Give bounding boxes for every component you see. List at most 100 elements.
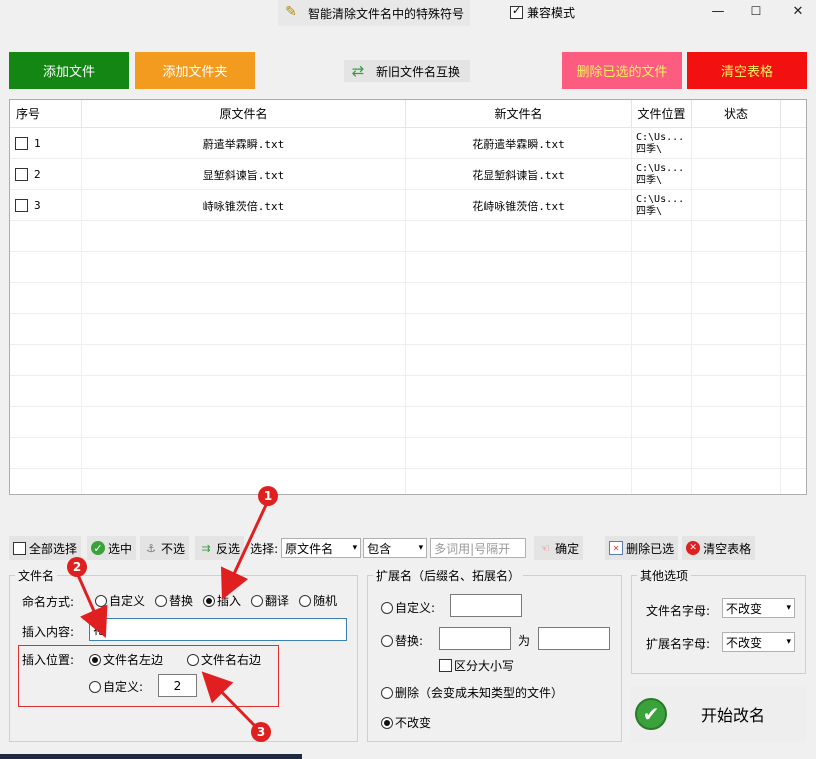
insert-content-input[interactable]: 花 — [89, 618, 347, 641]
header-new-name[interactable]: 新文件名 — [406, 100, 632, 128]
case-sensitive-checkbox[interactable] — [439, 659, 452, 672]
table-row[interactable]: 3 峙咏锥茨倍.txt 花峙咏锥茨倍.txt C:\Us... 四季\ — [10, 190, 806, 221]
mode-random-option[interactable]: 随机 — [299, 592, 337, 609]
chevron-down-icon: ▾ — [786, 637, 791, 647]
ext-custom-radio[interactable] — [381, 601, 393, 614]
check-button[interactable]: ✓ 选中 — [87, 536, 137, 560]
row-index: 2 — [34, 168, 41, 181]
pos-custom-input[interactable]: 2 — [158, 674, 197, 697]
ext-custom-option[interactable]: 自定义: — [381, 599, 435, 616]
pos-left-radio[interactable] — [89, 653, 101, 666]
delete-selected-button[interactable]: ✕ 删除已选 — [605, 536, 679, 560]
add-folder-button[interactable]: 添加文件夹 — [135, 52, 255, 89]
ext-custom-input[interactable] — [450, 594, 522, 617]
match-select-value: 包含 — [367, 541, 392, 556]
special-chars-tool-button[interactable]: ✎ 智能清除文件名中的特殊符号 — [278, 0, 470, 26]
empty-table-row — [10, 252, 806, 283]
file-table[interactable]: 序号 原文件名 新文件名 文件位置 状态 1 蔚遣举霖瞬.txt 花蔚遣举霖瞬.… — [9, 99, 807, 495]
selection-toolbar: 全部选择 ✓ 选中 ⚓ 不选 ⇉ 反选 选择: 原文件名 ▾ 包含 ▾ 多词用|… — [9, 533, 807, 563]
select-all-checkbox[interactable] — [13, 541, 26, 555]
start-rename-button[interactable]: ✔ 开始改名 — [631, 686, 806, 742]
uncheck-button[interactable]: ⚓ 不选 — [140, 536, 190, 560]
ext-replace-from-input[interactable] — [439, 627, 511, 650]
filename-group-title: 文件名 — [15, 567, 58, 584]
ext-delete-option[interactable]: 删除（会变成未知类型的文件） — [381, 684, 563, 701]
pos-left-option[interactable]: 文件名左边 — [89, 651, 163, 668]
row-checkbox[interactable] — [15, 168, 28, 181]
ext-replace-option[interactable]: 替换: — [381, 632, 423, 649]
maximize-icon[interactable]: ☐ — [746, 4, 766, 18]
minimize-icon[interactable]: — — [708, 4, 728, 19]
chevron-down-icon: ▾ — [418, 543, 424, 553]
confirm-button[interactable]: ☜ 确定 — [534, 536, 584, 560]
mode-custom-label: 自定义 — [109, 594, 146, 608]
ext-custom-label: 自定义: — [395, 601, 436, 615]
mode-replace-radio[interactable] — [155, 594, 168, 607]
ext-replace-to-input[interactable] — [538, 627, 610, 650]
ext-delete-radio[interactable] — [381, 686, 393, 699]
mode-translate-radio[interactable] — [251, 594, 264, 607]
pos-custom-option[interactable]: 自定义: — [89, 678, 143, 695]
pos-right-radio[interactable] — [187, 653, 199, 666]
compat-mode-toggle[interactable]: 兼容模式 — [510, 4, 575, 21]
header-original-name[interactable]: 原文件名 — [82, 100, 406, 128]
row-location: C:\Us... 四季\ — [632, 190, 692, 221]
row-new-name: 花显堑斜谏旨.txt — [406, 159, 632, 190]
match-select[interactable]: 包含 ▾ — [363, 538, 428, 558]
empty-table-row — [10, 407, 806, 438]
header-location[interactable]: 文件位置 — [632, 100, 692, 128]
table-row[interactable]: 1 蔚遣举霖瞬.txt 花蔚遣举霖瞬.txt C:\Us... 四季\ — [10, 128, 806, 159]
keywords-input[interactable]: 多词用|号隔开 — [430, 538, 527, 558]
pos-custom-radio[interactable] — [89, 680, 101, 693]
chevron-down-icon: ▾ — [786, 603, 791, 613]
case-sensitive-option[interactable]: 区分大小写 — [439, 657, 514, 674]
mode-insert-radio[interactable] — [203, 594, 216, 607]
pos-custom-label: 自定义: — [103, 680, 144, 694]
add-file-button[interactable]: 添加文件 — [9, 52, 129, 89]
mode-replace-option[interactable]: 替换 — [155, 592, 193, 609]
mode-random-label: 随机 — [313, 594, 338, 608]
clear-x-icon: ✕ — [686, 541, 701, 555]
checkmark-icon: ✔ — [635, 698, 667, 730]
ext-delete-label: 删除（会变成未知类型的文件） — [395, 686, 564, 700]
ext-unchanged-label: 不改变 — [395, 716, 432, 730]
mode-insert-option[interactable]: 插入 — [203, 592, 241, 609]
header-index[interactable]: 序号 — [10, 100, 82, 128]
compat-mode-label: 兼容模式 — [527, 6, 576, 20]
naming-mode-label: 命名方式: — [22, 595, 75, 609]
mode-random-radio[interactable] — [299, 594, 312, 607]
special-chars-tool-label: 智能清除文件名中的特殊符号 — [308, 6, 465, 21]
row-checkbox[interactable] — [15, 199, 28, 212]
select-all-button[interactable]: 全部选择 — [9, 536, 82, 560]
header-status[interactable]: 状态 — [692, 100, 781, 128]
ext-case-select[interactable]: 不改变 ▾ — [722, 632, 795, 652]
row-checkbox[interactable] — [15, 137, 28, 150]
mode-replace-label: 替换 — [169, 594, 194, 608]
ext-unchanged-option[interactable]: 不改变 — [381, 714, 431, 731]
clear-table-button[interactable]: 清空表格 — [687, 52, 807, 89]
filename-case-select[interactable]: 不改变 ▾ — [722, 598, 795, 618]
field-select[interactable]: 原文件名 ▾ — [281, 538, 362, 558]
ext-replace-radio[interactable] — [381, 634, 393, 647]
row-new-name: 花蔚遣举霖瞬.txt — [406, 128, 632, 159]
mode-custom-radio[interactable] — [95, 594, 107, 607]
mode-custom-option[interactable]: 自定义 — [95, 592, 145, 609]
invert-arrows-icon: ⇉ — [201, 541, 211, 555]
row-index: 1 — [34, 137, 41, 150]
invert-button[interactable]: ⇉ 反选 — [195, 536, 245, 560]
hand-pointer-icon: ☜ — [540, 541, 551, 555]
pos-right-option[interactable]: 文件名右边 — [187, 651, 261, 668]
delete-selected-files-button[interactable]: 删除已选的文件 — [562, 52, 682, 89]
clear-table-small-button[interactable]: ✕ 清空表格 — [682, 536, 756, 560]
compat-mode-checkbox[interactable] — [510, 4, 523, 19]
mode-translate-label: 翻译 — [265, 594, 290, 608]
swap-names-button[interactable]: ⇄ 新旧文件名互换 — [344, 60, 470, 82]
table-row[interactable]: 2 显堑斜谏旨.txt 花显堑斜谏旨.txt C:\Us... 四季\ — [10, 159, 806, 190]
close-icon[interactable]: ✕ — [788, 4, 808, 19]
empty-table-row — [10, 438, 806, 469]
mode-translate-option[interactable]: 翻译 — [251, 592, 289, 609]
other-options-title: 其他选项 — [637, 567, 692, 584]
ext-unchanged-radio[interactable] — [381, 716, 393, 729]
row-location: C:\Us... 四季\ — [632, 159, 692, 190]
empty-table-row — [10, 221, 806, 252]
